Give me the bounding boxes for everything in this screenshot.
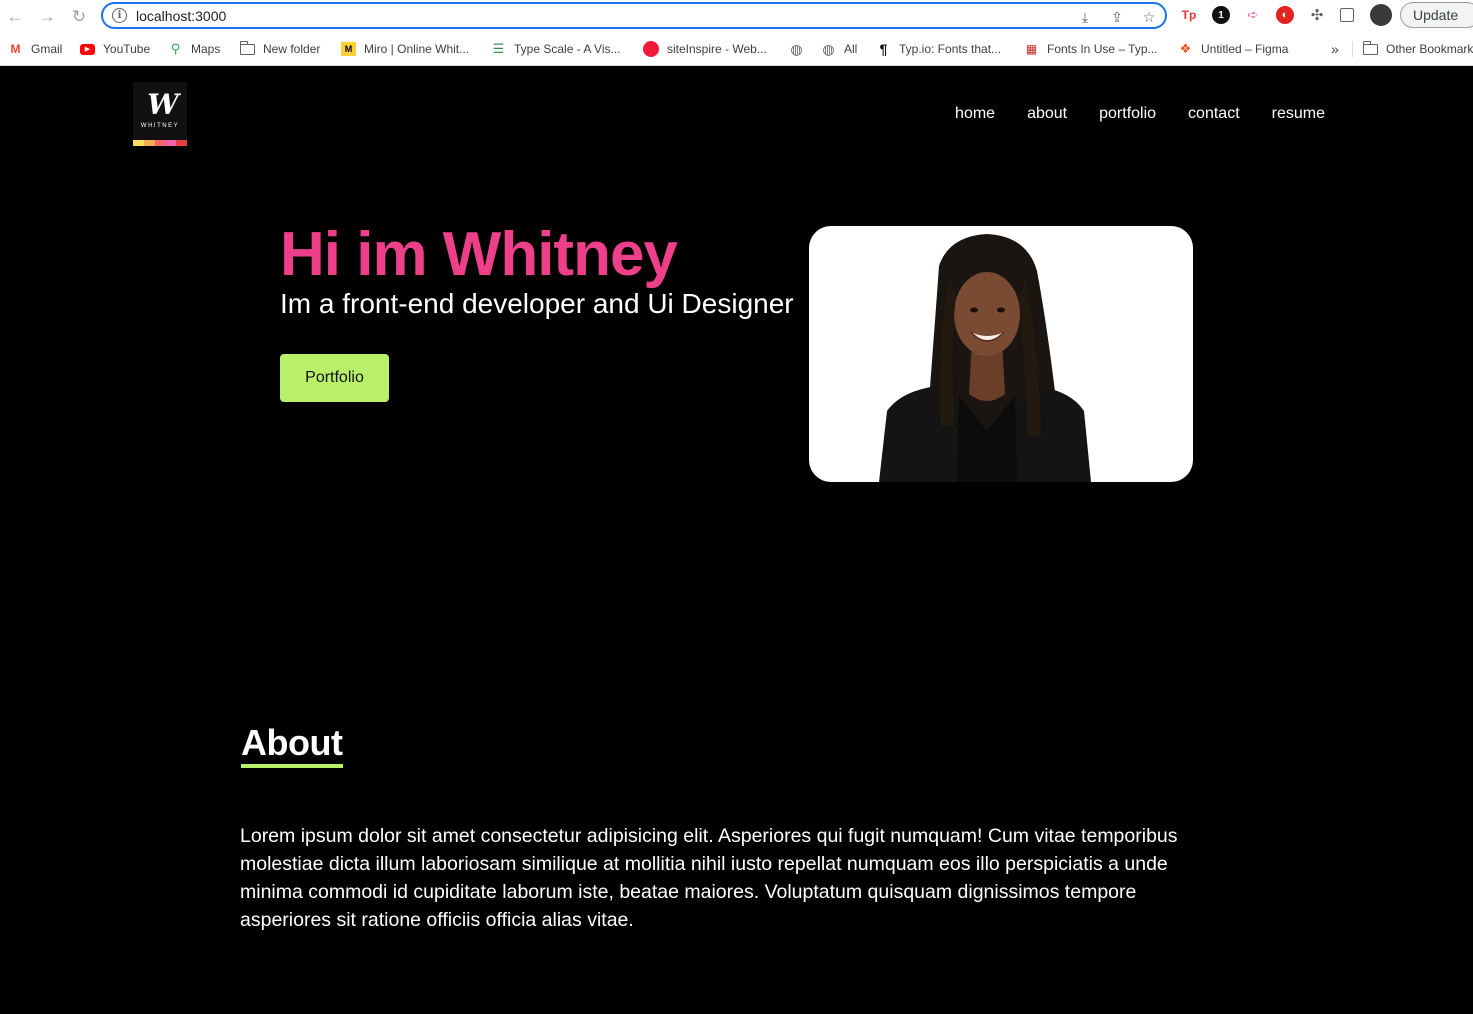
bookmark-label: Fonts In Use – Typ... (1047, 42, 1158, 56)
record-extension-icon[interactable]: ➪ (1244, 6, 1262, 24)
install-icon[interactable]: ⤓ (1076, 8, 1094, 26)
globe-icon: ◍ (790, 40, 803, 57)
bookmark-label: Typ.io: Fonts that... (899, 42, 1002, 56)
profile-avatar[interactable] (1370, 4, 1392, 26)
maps-icon: ⚲ (170, 41, 181, 56)
bookmarks-overflow-button[interactable]: » (1331, 41, 1339, 57)
star-icon[interactable]: ☆ (1140, 8, 1158, 26)
hero-title: Hi im Whitney (280, 220, 678, 289)
update-button[interactable]: Update (1400, 2, 1473, 28)
typepro-extension-icon[interactable]: Tp (1180, 6, 1198, 24)
bookmark-label: Gmail (31, 42, 63, 56)
fontsinuse-icon: ▦ (1025, 42, 1038, 56)
bookmark-label: Other Bookmarks (1386, 42, 1473, 56)
folder-icon (239, 40, 255, 55)
bookmark-all[interactable]: ◍ All (821, 41, 857, 57)
bookmark-label: Miro | Online Whit... (364, 42, 470, 56)
profile-photo (809, 226, 1193, 482)
typio-icon: ¶ (879, 41, 888, 57)
portfolio-button[interactable]: Portfolio (280, 354, 389, 402)
about-paragraph: Lorem ipsum dolor sit amet consectetur a… (240, 825, 1178, 931)
bookmark-label: Type Scale - A Vis... (514, 42, 621, 56)
figma-icon: ❖ (1179, 41, 1192, 56)
nav-resume[interactable]: resume (1272, 105, 1325, 123)
browser-toolbar: ← → ↻ i localhost:3000 ⤓ ⇪ ☆ Tp 1 ➪ ◐ ✣ … (0, 0, 1473, 32)
overflow-icon: » (1331, 41, 1339, 57)
nav-about[interactable]: about (1027, 105, 1067, 123)
main-nav: home about portfolio contact resume (955, 105, 1325, 123)
side-panel-icon[interactable] (1340, 8, 1354, 22)
hero-subtitle: Im a front-end developer and Ui Designer (280, 288, 794, 319)
bookmark-type-scale[interactable]: ☰ Type Scale - A Vis... (491, 41, 621, 57)
logo-wordmark: WHITNEY (140, 123, 180, 129)
bookmark-label: All (844, 42, 858, 56)
back-arrow-icon[interactable]: ← (4, 5, 26, 27)
about-underline (241, 764, 343, 768)
url-text[interactable]: localhost:3000 (136, 8, 226, 24)
bookmark-figma[interactable]: ❖ Untitled – Figma (1178, 41, 1289, 57)
logo-monogram-icon: W (147, 88, 178, 121)
bookmark-gmail[interactable]: M Gmail (8, 41, 63, 57)
bookmark-typio[interactable]: ¶ Typ.io: Fonts that... (876, 41, 1001, 57)
bookmark-label: New folder (263, 42, 321, 56)
gmail-icon: M (10, 42, 21, 56)
folder-icon (1362, 40, 1378, 55)
bookmark-label: Maps (191, 42, 221, 56)
bookmark-other[interactable]: Other Bookmarks (1352, 40, 1473, 57)
nav-contact[interactable]: contact (1188, 105, 1240, 123)
nav-home[interactable]: home (955, 105, 995, 123)
logo-color-stripe (133, 140, 187, 146)
site-info-icon[interactable]: i (112, 8, 127, 23)
onepassword-extension-icon[interactable]: 1 (1212, 6, 1230, 24)
bookmark-label: siteInspire - Web... (667, 42, 767, 56)
adblock-extension-icon[interactable]: ◐ (1276, 6, 1294, 24)
typescale-icon: ☰ (492, 41, 505, 56)
about-heading: About (241, 722, 343, 763)
bookmarks-bar: M Gmail ▶ YouTube ⚲ Maps New folder M Mi… (0, 32, 1473, 66)
youtube-icon: ▶ (80, 43, 95, 55)
bookmark-label: Untitled – Figma (1201, 42, 1289, 56)
bookmark-youtube[interactable]: ▶ YouTube (80, 41, 150, 57)
bookmark-miro[interactable]: M Miro | Online Whit... (341, 41, 469, 57)
bookmark-siteinspire[interactable]: siteInspire - Web... (643, 41, 767, 57)
bookmark-maps[interactable]: ⚲ Maps (168, 41, 221, 57)
miro-icon: M (341, 42, 356, 56)
nav-portfolio[interactable]: portfolio (1099, 105, 1156, 123)
extensions-puzzle-icon[interactable]: ✣ (1308, 6, 1326, 24)
address-bar[interactable]: i localhost:3000 ⤓ ⇪ ☆ (101, 2, 1167, 29)
siteinspire-icon (643, 41, 659, 57)
portrait-illustration (879, 234, 1091, 482)
globe-icon: ◍ (822, 40, 835, 57)
site-logo[interactable]: W WHITNEY (133, 82, 187, 146)
bookmark-new-folder[interactable]: New folder (239, 40, 321, 57)
bookmark-label: YouTube (103, 42, 151, 56)
bookmark-fonts-in-use[interactable]: ▦ Fonts In Use – Typ... (1024, 41, 1158, 57)
reload-icon[interactable]: ↻ (68, 5, 90, 27)
page-content: W WHITNEY home about portfolio contact r… (0, 67, 1473, 1014)
forward-arrow-icon[interactable]: → (36, 5, 58, 27)
share-icon[interactable]: ⇪ (1108, 8, 1126, 26)
bookmark-globe[interactable]: ◍ (789, 41, 812, 57)
